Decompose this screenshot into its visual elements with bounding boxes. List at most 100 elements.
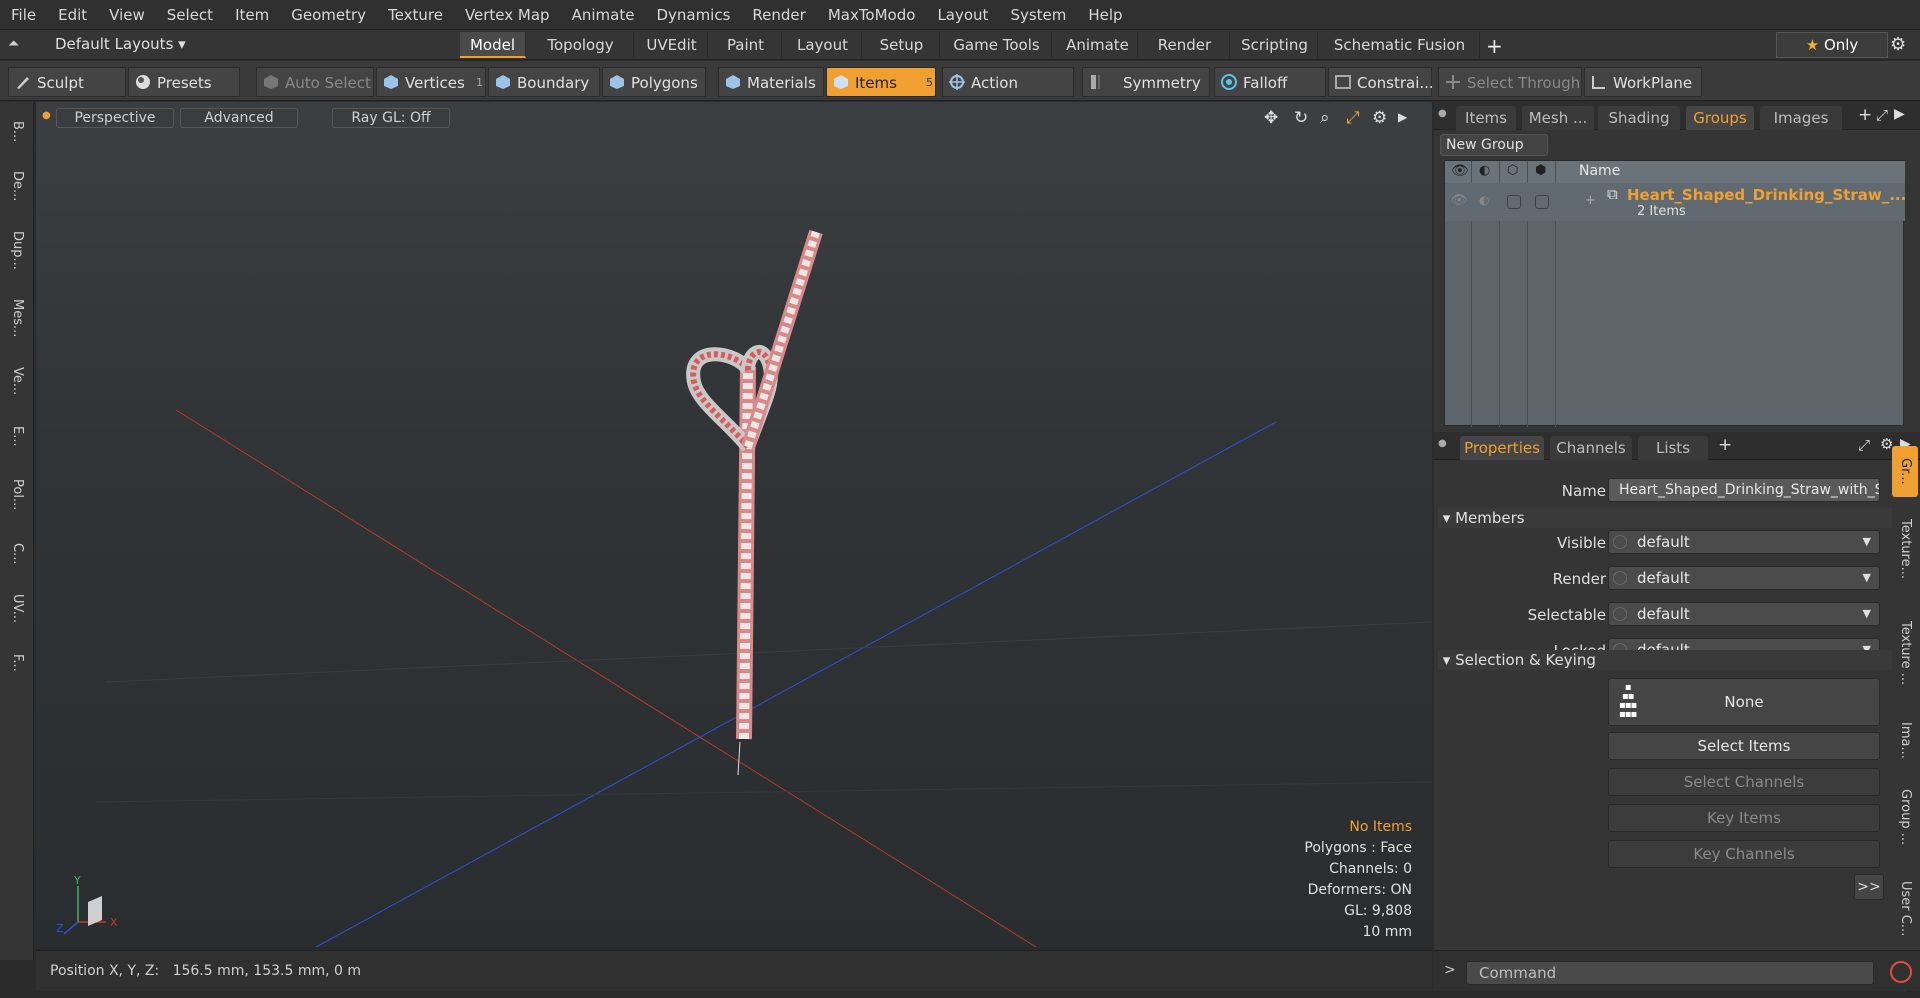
collapse-arrow-icon[interactable]: ⏶ (8, 36, 32, 54)
command-input[interactable]: Command (1466, 961, 1874, 985)
select-items-button[interactable]: Select Items (1608, 732, 1880, 760)
layout-tab-uvedit[interactable]: UVEdit (636, 32, 708, 58)
key-items-button[interactable]: Key Items (1608, 804, 1880, 832)
properties-tab-properties[interactable]: Properties (1460, 436, 1544, 460)
shading-button[interactable]: Advanced (180, 108, 298, 128)
expand-plus-icon[interactable]: + (1585, 193, 1596, 208)
presets-button[interactable]: Presets (128, 67, 240, 97)
layout-tab-paint[interactable]: Paint (710, 32, 782, 58)
lock-icon[interactable]: ⬢ (1535, 163, 1546, 178)
more-button[interactable]: >> (1854, 874, 1884, 900)
menu-item-vertex-map[interactable]: Vertex Map (454, 6, 561, 24)
name-field[interactable]: Heart_Shaped_Drinking_Straw_with_S (1608, 478, 1880, 502)
field-dropdown-selectable[interactable]: default ▼ (1608, 602, 1880, 626)
add-layout-tab-button[interactable]: + (1486, 34, 1503, 58)
props-add-tab-button[interactable]: + (1718, 435, 1732, 455)
layout-tab-layout[interactable]: Layout (784, 32, 862, 58)
groups-tab-3[interactable]: Groups (1686, 106, 1754, 130)
boundary-button[interactable]: Boundary (488, 67, 600, 97)
layout-selector[interactable]: Default Layouts ▾ (55, 35, 186, 53)
side-tab-4[interactable]: Group ... (1892, 774, 1918, 861)
groups-list[interactable]: 👁 ◐ ⬡ ⬢ Name 👁 ◐ + ⧉ Heart_Shaped_Drinki… (1444, 160, 1906, 427)
perspective-button[interactable]: Perspective (56, 108, 174, 128)
layout-tab-animate[interactable]: Animate (1058, 32, 1138, 58)
key-channels-button[interactable]: Key Channels (1608, 840, 1880, 868)
menu-item-edit[interactable]: Edit (47, 6, 98, 24)
menu-item-select[interactable]: Select (156, 6, 224, 24)
side-tab-5[interactable]: User C... (1892, 865, 1918, 952)
row-render-icon[interactable]: ◐ (1479, 193, 1489, 207)
select-channels-button[interactable]: Select Channels (1608, 768, 1880, 796)
menu-item-animate[interactable]: Animate (561, 6, 646, 24)
left-tab-3[interactable]: Mes... (5, 287, 29, 349)
panel-arrow-icon[interactable]: ▶ (1894, 106, 1905, 122)
menu-item-item[interactable]: Item (224, 6, 280, 24)
menu-item-maxtomodo[interactable]: MaxToModo (817, 6, 927, 24)
move-view-icon[interactable]: ✥ (1264, 108, 1278, 128)
layout-tab-model[interactable]: Model (460, 32, 526, 58)
groups-add-tab-button[interactable]: + (1858, 105, 1872, 125)
left-tab-1[interactable]: De... (5, 160, 29, 213)
name-column-header[interactable]: Name (1579, 163, 1620, 179)
left-tab-2[interactable]: Dup... (5, 219, 29, 281)
left-tab-7[interactable]: C... (5, 532, 29, 576)
panel-maximize-icon[interactable]: ⤢ (1876, 106, 1888, 124)
left-tab-0[interactable]: B... (5, 110, 29, 154)
props-dot-icon[interactable]: ● (1438, 438, 1447, 449)
field-dropdown-visible[interactable]: default ▼ (1608, 530, 1880, 554)
side-tab-2[interactable]: Texture ... (1892, 601, 1918, 706)
groups-tab-2[interactable]: Shading (1598, 106, 1680, 130)
visibility-eye-icon[interactable]: 👁 (1451, 163, 1469, 179)
panel-dot-icon[interactable]: ● (1438, 108, 1447, 119)
action-center-button[interactable]: Action Center (942, 67, 1074, 122)
none-button[interactable]: ▪ ▪▪ ▪▪▪ ▪▪▪ None (1608, 678, 1880, 726)
3d-viewport[interactable]: Y X Z ● Perspective Advanced Ray GL: Off… (36, 102, 1432, 947)
viewport-dot-icon[interactable]: ● (42, 110, 51, 121)
side-tab-1[interactable]: Texture... (1892, 501, 1918, 597)
menu-item-system[interactable]: System (999, 6, 1077, 24)
symmetry-button[interactable]: Symmetry (1082, 67, 1210, 97)
field-dropdown-render[interactable]: default ▼ (1608, 566, 1880, 590)
gear-icon[interactable]: ⚙ (1890, 34, 1906, 55)
select-through-button[interactable]: Select Through (1438, 67, 1582, 97)
menu-item-layout[interactable]: Layout (926, 6, 999, 24)
layout-tab-scripting[interactable]: Scripting (1232, 32, 1318, 58)
zoom-view-icon[interactable]: ⌕ (1320, 108, 1330, 128)
items-button[interactable]: Items 5 (826, 67, 936, 97)
left-tab-9[interactable]: F... (5, 641, 29, 685)
layout-tab-render[interactable]: Render (1140, 32, 1230, 58)
group-row[interactable]: 👁 ◐ + ⧉ Heart_Shaped_Drinking_Straw_... … (1445, 183, 1906, 221)
view-settings-gear-icon[interactable]: ⚙ (1372, 108, 1387, 128)
select-icon[interactable]: ⬡ (1507, 163, 1518, 178)
groups-tab-4[interactable]: Images (1760, 106, 1842, 130)
groups-tab-0[interactable]: Items (1456, 106, 1516, 130)
menu-item-dynamics[interactable]: Dynamics (645, 6, 741, 24)
members-section[interactable]: ▾ Members (1438, 508, 1892, 528)
side-tab-3[interactable]: Ima... (1892, 710, 1918, 770)
side-tab-0[interactable]: Gr... (1892, 446, 1918, 497)
left-tab-8[interactable]: UV... (5, 582, 29, 635)
menu-item-help[interactable]: Help (1077, 6, 1133, 24)
menu-item-file[interactable]: File (0, 6, 47, 24)
polygons-button[interactable]: Polygons (602, 67, 706, 97)
maximize-view-icon[interactable]: ⤢ (1346, 108, 1360, 128)
sculpt-button[interactable]: Sculpt (8, 67, 126, 97)
properties-tab-lists[interactable]: Lists (1638, 436, 1708, 460)
row-lock-checkbox[interactable] (1535, 195, 1549, 209)
rotate-view-icon[interactable]: ↻ (1294, 108, 1308, 128)
raygl-button[interactable]: Ray GL: Off (332, 108, 450, 128)
layout-tab-topology[interactable]: Topology (528, 32, 634, 58)
layout-tab-schematic-fusion[interactable]: Schematic Fusion (1320, 32, 1480, 58)
menu-item-view[interactable]: View (98, 6, 156, 24)
left-tab-5[interactable]: E... (5, 414, 29, 458)
vertices-button[interactable]: Vertices 1 (376, 67, 486, 97)
auto-select-button[interactable]: Auto Select (256, 67, 374, 97)
materials-button[interactable]: Materials (718, 67, 824, 97)
props-maximize-icon[interactable]: ⤢ (1858, 436, 1870, 454)
only-button[interactable]: ★ Only (1776, 32, 1888, 58)
properties-tab-channels[interactable]: Channels (1550, 436, 1632, 460)
falloff-button[interactable]: Falloff (1214, 67, 1326, 97)
new-group-button[interactable]: New Group (1440, 134, 1548, 156)
left-tab-6[interactable]: Pol... (5, 464, 29, 526)
left-tab-4[interactable]: Ve... (5, 355, 29, 408)
